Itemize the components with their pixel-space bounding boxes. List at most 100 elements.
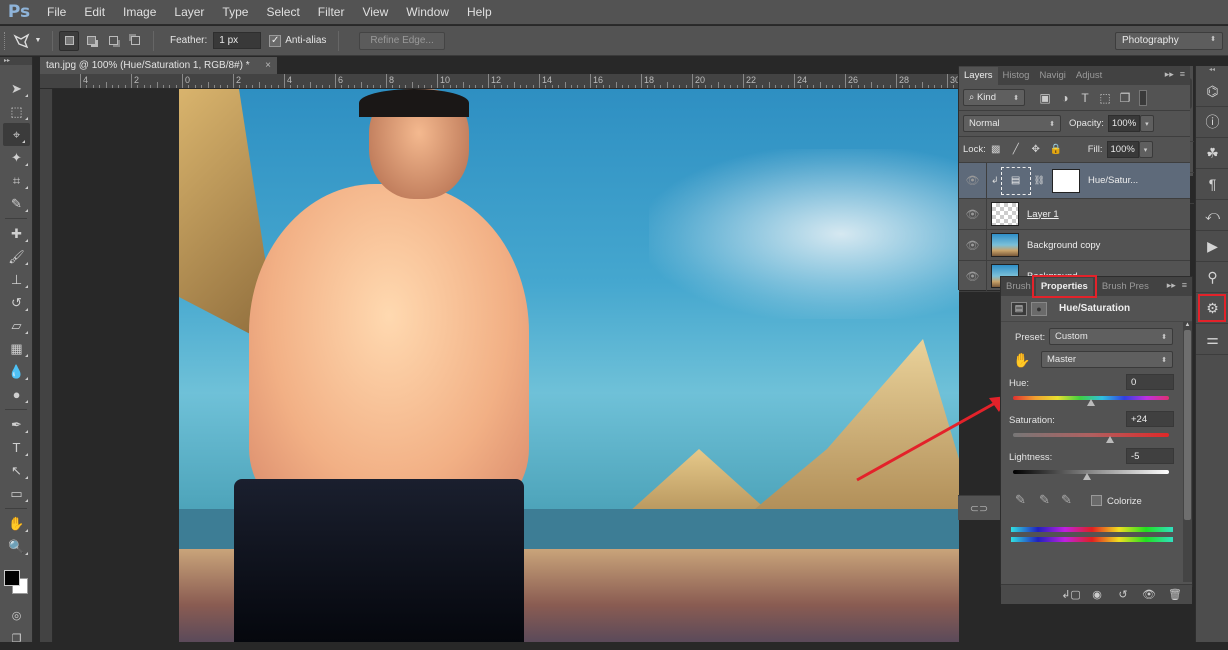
lock-transparent-icon[interactable]: ▩ [986, 144, 1006, 155]
workspace-switcher[interactable]: Photography ⬍ [1115, 32, 1223, 50]
visibility-eye-icon[interactable]: 👁 [959, 230, 987, 260]
filter-adjustment-icon[interactable]: ◑ [1055, 91, 1075, 105]
visibility-eye-icon[interactable]: 👁 [959, 261, 987, 291]
eyedropper-subtract-icon[interactable]: ✎ [1061, 492, 1072, 508]
view-previous-state-button[interactable]: ◉ [1084, 585, 1110, 604]
polygonal-lasso-tool[interactable]: ⌖ [3, 123, 30, 146]
brush-tool[interactable]: 🖌 [0, 245, 33, 268]
menu-layer[interactable]: Layer [165, 5, 213, 19]
panel-menu-icon[interactable]: ≡ [1180, 69, 1185, 80]
refine-edge-button[interactable]: Refine Edge... [359, 31, 445, 50]
scroll-thumb[interactable] [1184, 330, 1191, 520]
menu-edit[interactable]: Edit [75, 5, 114, 19]
filter-type-icon[interactable]: T [1075, 91, 1095, 105]
menu-window[interactable]: Window [397, 5, 458, 19]
layer-row-background-copy[interactable]: 👁 Background copy [959, 230, 1190, 261]
document-image[interactable] [179, 89, 959, 642]
saturation-slider-thumb[interactable] [1105, 436, 1114, 443]
marquee-tool[interactable]: ⬚ [0, 100, 33, 123]
healing-brush-tool[interactable]: ✚ [0, 222, 33, 245]
expand-panels-icon[interactable]: ▸▸ [1167, 280, 1176, 291]
tab-histogram[interactable]: Histog [998, 67, 1035, 85]
crop-tool[interactable]: ⌗ [0, 169, 33, 192]
blur-tool[interactable]: 💧 [0, 360, 33, 383]
properties-panel-button[interactable]: ⚙ [1196, 293, 1228, 324]
new-selection-button[interactable] [59, 30, 79, 51]
brush-settings-panel-button[interactable]: ⚌ [1196, 324, 1228, 355]
move-tool[interactable]: ➤ [0, 77, 33, 100]
menu-view[interactable]: View [353, 5, 397, 19]
paths-panel-button[interactable]: ⌬ [1196, 76, 1228, 107]
tool-presets-panel-button[interactable]: ⚲ [1196, 262, 1228, 293]
link-layers-button[interactable]: ⊂⊃ [958, 495, 1000, 520]
filter-kind-dropdown[interactable]: ⌕ Kind ⬍ [963, 89, 1025, 106]
filter-smart-object-icon[interactable]: ❐ [1115, 91, 1135, 105]
tab-navigator[interactable]: Navigi [1034, 67, 1070, 85]
menu-filter[interactable]: Filter [309, 5, 354, 19]
document-tab[interactable]: tan.jpg @ 100% (Hue/Saturation 1, RGB/8#… [40, 57, 277, 74]
menu-file[interactable]: File [38, 5, 75, 19]
paragraph-panel-button[interactable]: ¶ [1196, 169, 1228, 200]
targeted-adjustment-hand-icon[interactable]: ✋ [1013, 352, 1030, 369]
reset-button[interactable]: ↺ [1110, 585, 1136, 604]
visibility-eye-icon[interactable]: 👁 [959, 163, 987, 198]
intersect-selection-button[interactable] [125, 31, 145, 51]
clip-to-layer-button[interactable]: ↲▢ [1058, 585, 1084, 604]
panel-menu-icon[interactable]: ≡ [1182, 280, 1187, 291]
eraser-tool[interactable]: ▱ [0, 314, 33, 337]
quick-mask-button[interactable]: ◎ [0, 604, 33, 627]
layer-row-layer-1[interactable]: 👁 Layer 1 [959, 199, 1190, 230]
lightness-input[interactable]: -5 [1126, 448, 1174, 464]
toolbar-collapse-handle[interactable]: ▸▸ [0, 57, 32, 65]
opacity-input[interactable]: 100% [1107, 115, 1140, 132]
mask-settings-icon[interactable]: ● [1031, 301, 1047, 316]
preset-dropdown[interactable]: Custom ⬍ [1049, 328, 1173, 345]
dodge-tool[interactable]: ● [0, 383, 33, 406]
antialias-checkbox[interactable]: ✓ [269, 34, 282, 47]
hue-input[interactable]: 0 [1126, 374, 1174, 390]
lock-position-icon[interactable]: ✥ [1026, 144, 1046, 155]
close-document-icon[interactable]: × [265, 60, 271, 71]
filter-shape-icon[interactable]: ⬚ [1095, 91, 1115, 105]
zoom-tool[interactable]: 🔍 [0, 535, 33, 558]
visibility-eye-icon[interactable]: 👁 [959, 199, 987, 229]
eyedropper-add-icon[interactable]: ✎ [1039, 492, 1050, 508]
eyedropper-icon[interactable]: ✎ [1015, 492, 1026, 508]
menu-type[interactable]: Type [213, 5, 257, 19]
hand-tool[interactable]: ✋ [0, 512, 33, 535]
layer-mask-thumbnail[interactable] [1051, 168, 1080, 193]
layer-row-hue-saturation[interactable]: 👁 ↲ ▤ ⛓ Hue/Satur... [959, 163, 1190, 199]
add-to-selection-button[interactable] [81, 31, 101, 51]
expand-panels-icon[interactable]: ▸▸ [1165, 69, 1174, 80]
link-icon[interactable]: ⛓ [1034, 175, 1045, 186]
adjustment-settings-icon[interactable]: ▤ [1011, 301, 1027, 316]
tab-layers[interactable]: Layers [959, 67, 998, 85]
pen-tool[interactable]: ✒ [0, 413, 33, 436]
magic-wand-tool[interactable]: ✦ [0, 146, 33, 169]
path-selection-tool[interactable]: ↖ [0, 459, 33, 482]
dock-collapse-handle[interactable]: ◂◂ [1196, 66, 1228, 76]
tab-brush-presets[interactable]: Brush Pres [1097, 278, 1154, 296]
horizontal-ruler[interactable]: 42024681012141618202224262830 [40, 74, 958, 89]
gradient-tool[interactable]: ▦ [0, 337, 33, 360]
delete-adjustment-button[interactable]: 🗑 [1162, 585, 1188, 604]
tab-brush[interactable]: Brush [1001, 278, 1036, 296]
channel-dropdown[interactable]: Master ⬍ [1041, 351, 1173, 368]
eyedropper-tool[interactable]: ✎ [0, 192, 33, 215]
toggle-visibility-button[interactable]: 👁 [1136, 585, 1162, 604]
3d-panel-button[interactable]: ☘ [1196, 138, 1228, 169]
opacity-slider-toggle[interactable]: ▾ [1139, 115, 1154, 132]
blend-mode-dropdown[interactable]: Normal ⬍ [963, 115, 1061, 132]
history-brush-tool[interactable]: ↺ [0, 291, 33, 314]
menu-help[interactable]: Help [458, 5, 501, 19]
menu-image[interactable]: Image [114, 5, 165, 19]
menu-select[interactable]: Select [257, 5, 308, 19]
history-panel-button[interactable]: ⤺ [1196, 200, 1228, 231]
lock-image-icon[interactable]: ╱ [1006, 144, 1026, 155]
feather-input[interactable]: 1 px [213, 32, 262, 49]
tab-properties[interactable]: Properties [1031, 275, 1097, 298]
rectangle-tool[interactable]: ▭ [0, 482, 33, 505]
vertical-ruler[interactable] [40, 89, 53, 642]
properties-scrollbar[interactable]: ▲ [1183, 322, 1192, 582]
scroll-up-arrow[interactable]: ▲ [1183, 322, 1192, 330]
